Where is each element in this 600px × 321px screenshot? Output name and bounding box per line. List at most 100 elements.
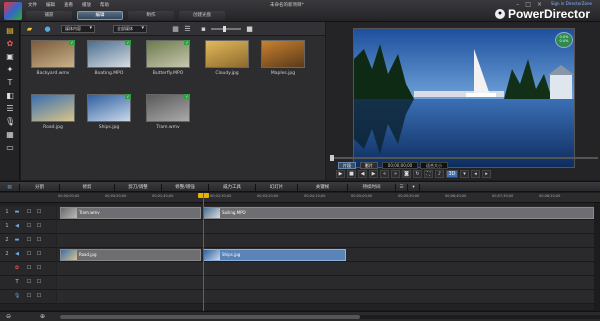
movie-mode-button[interactable]: 影片	[360, 162, 378, 169]
timeline-ruler[interactable]: 00;00;00;00 00;00;50;00 00;01;40;00 00;0…	[0, 193, 600, 203]
library-filter-dropdown[interactable]: 媒体内容	[61, 25, 95, 33]
media-thumb[interactable]: ✓	[31, 40, 75, 68]
title-track-icon[interactable]: T	[14, 279, 20, 286]
visibility-icon[interactable]: ☐	[36, 223, 42, 230]
prev-frame-icon[interactable]: ◀	[358, 170, 367, 178]
visibility-icon[interactable]: ☐	[36, 265, 42, 272]
split-button[interactable]: 分割	[20, 184, 60, 191]
scrubber-knob[interactable]	[330, 155, 334, 161]
next-icon[interactable]: ▸	[482, 170, 491, 178]
visibility-icon[interactable]: ☐	[36, 251, 42, 258]
volume-icon[interactable]: ♪	[435, 170, 444, 178]
video-track-icon[interactable]: ▬	[14, 237, 20, 244]
rewind-icon[interactable]: «	[380, 170, 389, 178]
lock-icon[interactable]: ☐	[26, 237, 32, 244]
effect-track-icon[interactable]: ✿	[14, 265, 20, 272]
more-tools-icon[interactable]: ☰	[396, 184, 408, 191]
tab-create-disc[interactable]: 创建光盘	[179, 11, 225, 20]
3d-toggle-icon[interactable]: 3D	[446, 170, 458, 178]
visibility-icon[interactable]: ☐	[36, 293, 42, 300]
grid-view-icon[interactable]: ▦	[171, 25, 180, 33]
menu-help[interactable]: 帮助	[100, 2, 109, 8]
media-thumb[interactable]	[31, 94, 75, 122]
slideshow-button[interactable]: 幻灯片	[256, 184, 298, 191]
tab-capture[interactable]: 捕获	[26, 11, 72, 20]
subtitle-room-icon[interactable]: ▭	[5, 143, 15, 152]
voice-over-icon[interactable]: 🎙	[5, 117, 15, 126]
timeline-clip[interactable]: Road.jpg	[60, 249, 201, 261]
chapter-room-icon[interactable]: ▦	[5, 130, 15, 139]
audio-track-icon[interactable]: ◀	[14, 223, 20, 230]
import-folder-icon[interactable]: ▰	[25, 25, 34, 33]
more-menu-icon[interactable]: ▾	[408, 184, 420, 191]
timeline-horizontal-scrollbar[interactable]	[60, 315, 600, 319]
track-lane[interactable]	[57, 276, 594, 290]
size-dropdown[interactable]: 适合大小	[420, 162, 448, 169]
director-zone-label[interactable]: Sign in DirectorZone	[551, 1, 592, 6]
visibility-icon[interactable]: ☐	[36, 279, 42, 286]
fast-forward-icon[interactable]: »	[391, 170, 400, 178]
transition-room-icon[interactable]: ◧	[5, 91, 15, 100]
effect-room-icon[interactable]: ✿	[5, 39, 15, 48]
preview-scrubber[interactable]	[330, 155, 598, 161]
menu-file[interactable]: 文件	[28, 2, 37, 8]
media-thumb[interactable]: ✓	[87, 40, 131, 68]
preview-window[interactable]	[353, 28, 575, 168]
stop-icon[interactable]: ■	[347, 170, 356, 178]
crop-adjust-button[interactable]: 剪刀/调整	[115, 184, 162, 191]
timeline-clip[interactable]: Ships.jpg	[203, 249, 346, 261]
library-sort-dropdown[interactable]: 全部媒体	[113, 25, 147, 33]
zoom-in-icon[interactable]: ■	[245, 25, 254, 33]
voice-track-icon[interactable]: 🎙	[14, 293, 20, 300]
director-zone-link[interactable]: Sign in DirectorZone	[551, 1, 592, 6]
zoom-out-timeline-icon[interactable]: ⊖	[6, 313, 11, 320]
audio-mixing-icon[interactable]: ☰	[5, 104, 15, 113]
download-icon[interactable]: ●	[43, 25, 52, 33]
loop-icon[interactable]: ↻	[413, 170, 422, 178]
track-lane[interactable]	[57, 290, 594, 304]
list-view-icon[interactable]: ☰	[183, 25, 192, 33]
fix-enhance-button[interactable]: 修整/增强	[162, 184, 209, 191]
media-thumb[interactable]: ✓	[87, 94, 131, 122]
playhead[interactable]	[203, 193, 204, 311]
pip-room-icon[interactable]: ▣	[5, 52, 15, 61]
snapshot-icon[interactable]: ◙	[402, 170, 411, 178]
next-frame-icon[interactable]: ▶	[369, 170, 378, 178]
prev-icon[interactable]: ◂	[471, 170, 480, 178]
lock-icon[interactable]: ☐	[26, 279, 32, 286]
zoom-in-timeline-icon[interactable]: ⊕	[40, 313, 45, 320]
settings-icon[interactable]: ▾	[460, 170, 469, 178]
zoom-out-icon[interactable]: ▪	[199, 25, 208, 33]
clip-mode-button[interactable]: 片段	[338, 162, 356, 169]
visibility-icon[interactable]: ☐	[36, 209, 42, 216]
timeline-clip[interactable]: Tram.wmv	[60, 207, 201, 219]
lock-icon[interactable]: ☐	[26, 293, 32, 300]
media-thumb[interactable]	[205, 40, 249, 68]
title-room-icon[interactable]: T	[5, 78, 15, 87]
play-icon[interactable]: ▶	[336, 170, 345, 178]
lock-icon[interactable]: ☐	[26, 209, 32, 216]
thumbnail-size-slider[interactable]	[211, 26, 241, 32]
track-lane[interactable]	[57, 262, 594, 276]
media-thumb[interactable]: ✓	[146, 40, 190, 68]
lock-icon[interactable]: ☐	[26, 265, 32, 272]
duration-button[interactable]: 持续时间	[348, 184, 396, 191]
keyframe-button[interactable]: 关键帧	[298, 184, 348, 191]
tab-edit[interactable]: 编辑	[77, 11, 123, 20]
video-track-icon[interactable]: ▬	[14, 209, 20, 216]
track-lane[interactable]	[57, 234, 594, 248]
fullscreen-icon[interactable]: ⛶	[424, 170, 433, 178]
trim-button[interactable]: 修剪	[60, 184, 115, 191]
media-thumb[interactable]	[261, 40, 305, 68]
tab-produce[interactable]: 制作	[128, 11, 174, 20]
scrollbar-thumb[interactable]	[60, 315, 360, 319]
media-room-icon[interactable]: ▤	[5, 26, 15, 35]
audio-track-icon[interactable]: ◀	[14, 251, 20, 258]
media-thumb[interactable]: ✓	[146, 94, 190, 122]
power-tools-button[interactable]: 威力工具	[209, 184, 256, 191]
visibility-icon[interactable]: ☐	[36, 237, 42, 244]
particle-room-icon[interactable]: ✦	[5, 65, 15, 74]
lock-icon[interactable]: ☐	[26, 251, 32, 258]
menu-view[interactable]: 查看	[64, 2, 73, 8]
lock-icon[interactable]: ☐	[26, 223, 32, 230]
